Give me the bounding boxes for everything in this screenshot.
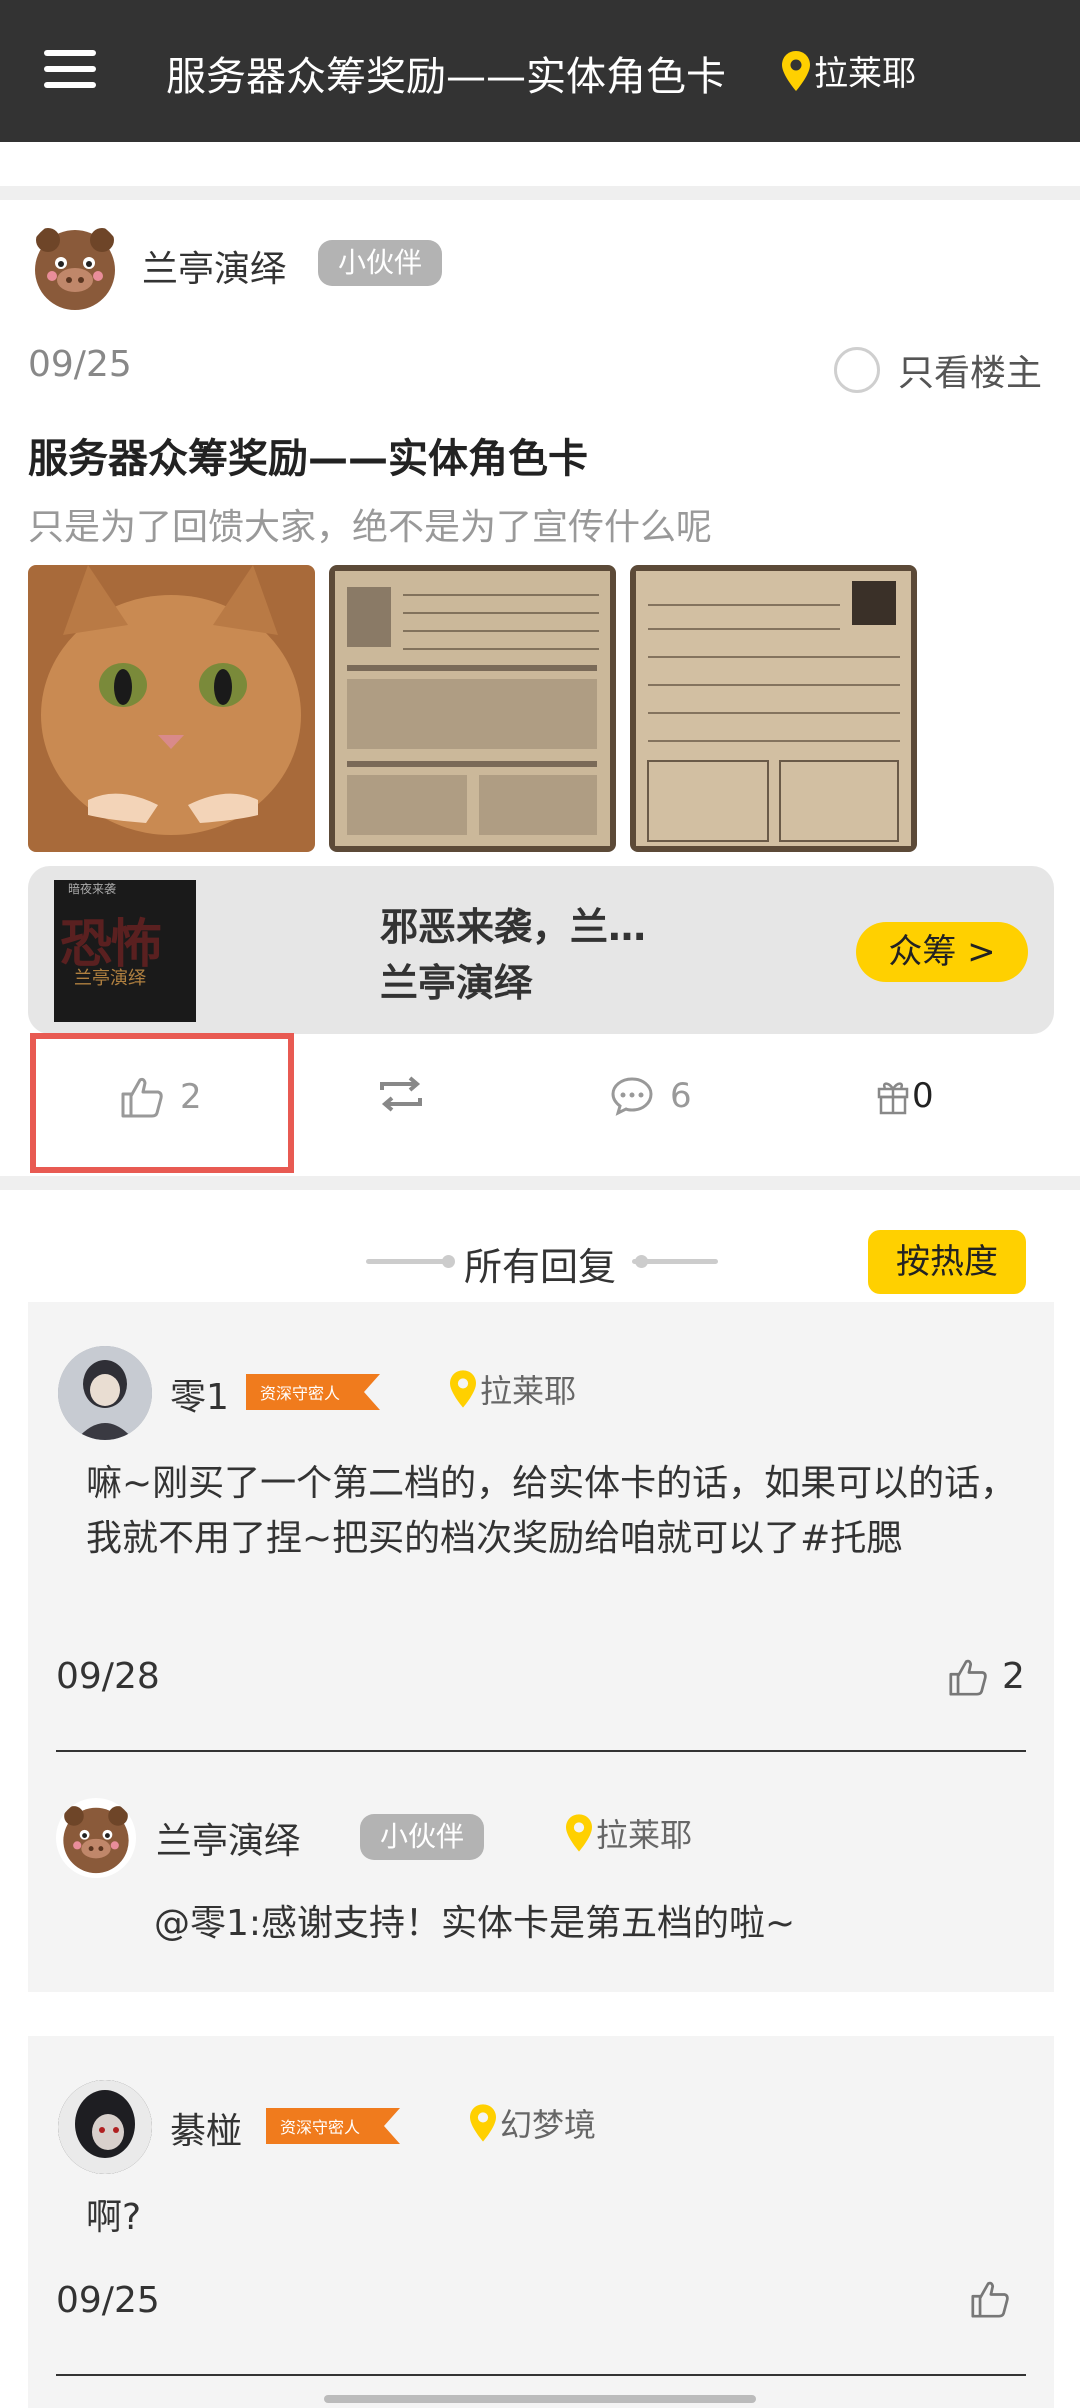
sub-reply-text: @零1:感谢支持！实体卡是第五档的啦~: [154, 1903, 796, 1944]
image-thumbnail-cat[interactable]: [28, 565, 315, 852]
reply-like-button[interactable]: [970, 2280, 1010, 2318]
sub-reply-avatar[interactable]: [56, 1798, 136, 1878]
character-sheet-back-image: [630, 565, 917, 852]
reply-location: 拉莱耶: [450, 1366, 576, 1412]
comment-count: 6: [670, 1076, 692, 1116]
reply-like-count: 2: [1002, 1656, 1025, 1697]
crowdfund-title: 邪恶来袭，兰…: [380, 905, 647, 949]
pig-mascot-avatar: [35, 228, 115, 310]
location-pin-icon: [470, 2104, 496, 2142]
reply-separator: [56, 2374, 1026, 2376]
senior-keeper-badge: 资深守密人: [246, 1374, 380, 1410]
reply-card: 綦椪 资深守密人 幻梦境 啊? 09/25: [28, 2036, 1054, 2408]
anime-character-avatar: [58, 1346, 152, 1440]
reply-avatar[interactable]: [58, 1346, 152, 1440]
thumbs-up-icon: [971, 2281, 1009, 2318]
cover-sub-text: 兰亭演绎: [74, 968, 146, 989]
decor-line-right: [632, 1259, 718, 1264]
author-name[interactable]: 兰亭演绎: [142, 240, 286, 292]
sort-by-hot-button[interactable]: 按热度: [868, 1230, 1026, 1294]
gift-count: 0: [912, 1076, 934, 1116]
senior-keeper-badge: 资深守密人: [266, 2108, 400, 2144]
menu-icon[interactable]: [44, 50, 96, 88]
author-avatar[interactable]: [26, 218, 124, 316]
reply-author-name[interactable]: 零1: [170, 1368, 229, 1420]
reply-location-label: 拉莱耶: [480, 1372, 577, 1410]
reply-text: 啊?: [86, 2197, 142, 2238]
comment-icon: [611, 1077, 653, 1116]
cover-top-text: 暗夜来袭: [68, 882, 117, 896]
crowdfund-button[interactable]: 众筹 >: [856, 922, 1028, 982]
only-host-label: 只看楼主: [897, 353, 1042, 394]
home-indicator[interactable]: [324, 2395, 756, 2403]
dark-character-avatar: [58, 2080, 152, 2174]
crowdfund-author: 兰亭演绎: [380, 961, 533, 1005]
reply-separator: [56, 1750, 1026, 1752]
divider: [0, 1176, 1080, 1190]
only-host-toggle[interactable]: 只看楼主: [833, 344, 1042, 396]
repost-icon: [380, 1076, 422, 1112]
sub-reply-badge: 小伙伴: [360, 1814, 485, 1860]
author-badge: 小伙伴: [318, 240, 443, 286]
sub-reply-author-name[interactable]: 兰亭演绎: [156, 1812, 300, 1864]
post-date: 09/25: [28, 344, 132, 385]
gift-icon: [877, 1082, 909, 1115]
location-pin-icon: [782, 50, 810, 91]
header-location[interactable]: 拉莱耶: [782, 46, 916, 95]
crowdfund-cover-image: 暗夜来袭 恐怖 兰亭演绎: [54, 880, 196, 1022]
crowdfund-card[interactable]: 暗夜来袭 恐怖 兰亭演绎 邪恶来袭，兰… 兰亭演绎 众筹 >: [28, 866, 1054, 1034]
reply-author-name[interactable]: 綦椪: [170, 2102, 242, 2154]
reply-text: 嘛~刚买了一个第二档的，给实体卡的话，如果可以的话，我就不用了捏~把买的档次奖励…: [86, 1463, 1017, 1559]
thumbs-up-icon: [949, 1659, 987, 1696]
post-title: 服务器众筹奖励——实体角色卡: [28, 436, 588, 482]
comment-button[interactable]: 6: [610, 1076, 692, 1116]
reply-location-label: 幻梦境: [500, 2106, 597, 2144]
header-location-label: 拉莱耶: [814, 54, 916, 94]
radio-icon[interactable]: [833, 347, 880, 393]
badge-text: 资深守密人: [280, 2118, 360, 2137]
pig-mascot-avatar: [63, 1806, 129, 1874]
reply-location: 幻梦境: [470, 2100, 596, 2146]
gift-button[interactable]: 0: [876, 1076, 934, 1116]
cat-meme-image: [28, 565, 315, 852]
page-title: 服务器众筹奖励——实体角色卡: [166, 54, 726, 100]
reply-card: 零1 资深守密人 拉莱耶 嘛~刚买了一个第二档的，给实体卡的话，如果可以的话，我…: [28, 1302, 1054, 1992]
reply-date: 09/25: [56, 2280, 160, 2321]
location-pin-icon: [450, 1370, 476, 1408]
top-app-bar: 服务器众筹奖励——实体角色卡 拉莱耶: [0, 0, 1080, 142]
highlight-box: [30, 1033, 294, 1173]
location-pin-icon: [566, 1814, 592, 1852]
image-thumbnail-card-back[interactable]: [630, 565, 917, 852]
image-thumbnail-card-front[interactable]: [329, 565, 616, 852]
reply-like-button[interactable]: 2: [948, 1656, 1025, 1697]
repost-button[interactable]: [376, 1076, 442, 1112]
badge-text: 资深守密人: [260, 1384, 340, 1403]
sub-reply-location: 拉莱耶: [566, 1810, 692, 1856]
character-sheet-image: [329, 565, 616, 852]
sub-reply-location-label: 拉莱耶: [596, 1816, 693, 1854]
reply-date: 09/28: [56, 1656, 160, 1697]
reply-avatar[interactable]: [58, 2080, 152, 2174]
divider: [0, 186, 1080, 200]
post-subtitle: 只是为了回馈大家，绝不是为了宣传什么呢: [28, 507, 713, 548]
